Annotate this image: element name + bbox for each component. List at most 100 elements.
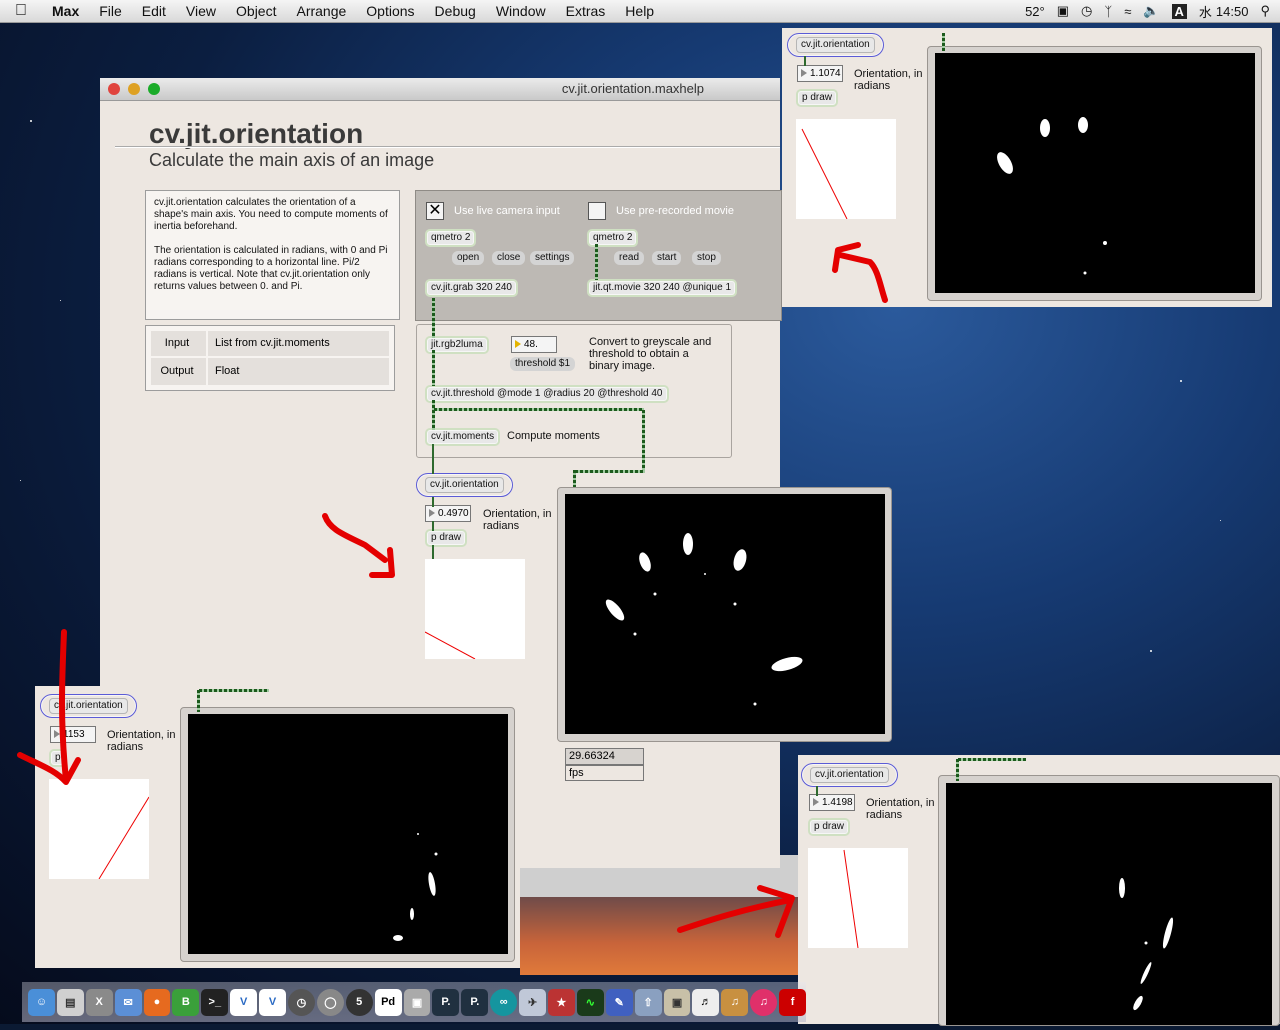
- live-toggle[interactable]: ✕: [426, 202, 444, 220]
- finder-icon[interactable]: ☺: [28, 988, 55, 1016]
- apple-menu-icon[interactable]: : [0, 2, 42, 20]
- arduino-icon[interactable]: ∞: [490, 988, 518, 1016]
- moments-object[interactable]: cv.jit.moments: [425, 428, 501, 446]
- close-window-button[interactable]: [108, 83, 120, 95]
- threshold-message[interactable]: threshold $1: [510, 357, 576, 371]
- thresholded-hand-image: [605, 533, 803, 706]
- patch-cable: [199, 689, 269, 692]
- pd-icon[interactable]: Pd: [374, 988, 402, 1016]
- snapshot-orientation-label: cv.jit.orientation: [810, 767, 889, 783]
- pd-extended-icon[interactable]: P.: [432, 988, 460, 1016]
- convert-note: Convert to greyscale and threshold to ob…: [589, 336, 712, 372]
- spotlight-icon[interactable]: ⚲: [1260, 3, 1270, 19]
- star: [1180, 380, 1182, 382]
- snapshot-orientation-object[interactable]: cv.jit.orientation: [801, 763, 898, 787]
- wifi-icon[interactable]: ≈: [1124, 4, 1131, 19]
- terminal-icon[interactable]: >_: [201, 988, 229, 1016]
- menu-help[interactable]: Help: [615, 3, 664, 19]
- movie-toggle[interactable]: [588, 202, 606, 220]
- archive-icon[interactable]: ▣: [663, 988, 691, 1016]
- orientation-number[interactable]: 0.4970: [425, 505, 471, 522]
- x11-icon[interactable]: X: [85, 988, 113, 1016]
- notes-icon[interactable]: ✎: [605, 988, 633, 1016]
- io-divider: [206, 358, 208, 385]
- snapshot-video-screen: [935, 53, 1255, 293]
- close-message[interactable]: close: [492, 251, 526, 265]
- read-message[interactable]: read: [614, 251, 645, 265]
- guitar-icon[interactable]: ♫: [721, 988, 749, 1016]
- display-icon[interactable]: ▣: [1057, 3, 1069, 19]
- window-titlebar[interactable]: cv.jit.orientation.maxhelp: [100, 78, 780, 101]
- menu-window[interactable]: Window: [486, 3, 556, 19]
- movie-toggle-label: Use pre-recorded movie: [616, 205, 734, 217]
- preview-icon[interactable]: ▤: [56, 988, 84, 1016]
- snapshot-video-screen: [188, 714, 508, 954]
- menu-app-name[interactable]: Max: [42, 3, 89, 19]
- threshold-object[interactable]: cv.jit.threshold @mode 1 @radius 20 @thr…: [425, 385, 669, 403]
- max5-icon[interactable]: 5: [345, 988, 373, 1016]
- menu-options[interactable]: Options: [356, 3, 424, 19]
- clock-icon[interactable]: ◷: [288, 988, 315, 1016]
- cube-icon[interactable]: ▣: [403, 988, 431, 1016]
- clock-time[interactable]: 14:50: [1216, 4, 1249, 19]
- status-area: 52° ▣ ◷ ᛉ ≈ 🔈 A 水 14:50 ⚲: [1025, 2, 1280, 21]
- window-title: cv.jit.orientation.maxhelp: [561, 81, 704, 96]
- patch-cable: [432, 521, 434, 531]
- qmetro-live[interactable]: qmetro 2: [425, 229, 477, 247]
- settings-message[interactable]: settings: [530, 251, 575, 265]
- time-machine-icon[interactable]: ◷: [1081, 3, 1092, 19]
- snapshot-orientation-object[interactable]: cv.jit.orientation: [787, 33, 884, 57]
- app-icon[interactable]: ★: [548, 988, 575, 1016]
- volume-icon[interactable]: 🔈: [1143, 3, 1159, 19]
- piano-icon[interactable]: ♬: [692, 988, 720, 1016]
- menu-file[interactable]: File: [89, 3, 132, 19]
- menu-view[interactable]: View: [176, 3, 226, 19]
- itunes-icon[interactable]: ♫: [750, 988, 778, 1016]
- clock-day[interactable]: 水: [1199, 2, 1212, 21]
- bluetooth-icon[interactable]: ᛉ: [1104, 4, 1112, 19]
- snapshot-orientation-line: [98, 796, 150, 880]
- input-source-icon[interactable]: A: [1171, 3, 1187, 19]
- menu-arrange[interactable]: Arrange: [286, 3, 356, 19]
- zoom-window-button[interactable]: [148, 83, 160, 95]
- orientation-object[interactable]: cv.jit.orientation: [416, 473, 513, 497]
- menu-edit[interactable]: Edit: [132, 3, 176, 19]
- patch-cable: [595, 244, 598, 280]
- mail-icon[interactable]: ✉: [114, 988, 142, 1016]
- firefox-icon[interactable]: ●: [143, 988, 171, 1016]
- snapshot-orientation-line: [843, 849, 859, 949]
- activity-monitor-icon[interactable]: ∿: [576, 988, 604, 1016]
- bbedit-icon[interactable]: B: [172, 988, 200, 1016]
- menu-extras[interactable]: Extras: [556, 3, 616, 19]
- stop-message[interactable]: stop: [692, 251, 721, 265]
- pd-extended-2-icon[interactable]: P.: [461, 988, 489, 1016]
- itunes-sync-icon[interactable]: ◯: [316, 988, 344, 1016]
- snapshot-orientation-number[interactable]: 1.4198: [809, 794, 855, 811]
- io-key: Input: [164, 337, 190, 349]
- open-message[interactable]: open: [452, 251, 485, 265]
- snapshot-orientation-object[interactable]: cv.jit.orientation: [40, 694, 137, 718]
- menu-debug[interactable]: Debug: [425, 3, 486, 19]
- plane-icon[interactable]: ✈: [519, 988, 547, 1016]
- menu-object[interactable]: Object: [226, 3, 286, 19]
- share-icon[interactable]: ⇧: [634, 988, 662, 1016]
- threshold-number[interactable]: 48.: [511, 336, 557, 353]
- start-message[interactable]: start: [652, 251, 682, 265]
- snapshot-draw-subpatch[interactable]: p draw: [808, 818, 851, 836]
- snapshot-orientation-line: [801, 128, 848, 220]
- movie-object[interactable]: jit.qt.movie 320 240 @unique 1: [587, 279, 738, 297]
- vnc-viewer-icon[interactable]: V: [259, 988, 287, 1016]
- fps-label: fps: [565, 765, 644, 781]
- temperature-readout[interactable]: 52°: [1025, 4, 1045, 19]
- flash-icon[interactable]: f: [779, 988, 807, 1016]
- snapshot-draw-subpatch[interactable]: p: [49, 749, 67, 767]
- snapshot-orientation-number[interactable]: 1.1074: [797, 65, 843, 82]
- grab-object[interactable]: cv.jit.grab 320 240: [425, 279, 518, 297]
- snapshot-orientation-number[interactable]: 1153: [50, 726, 96, 743]
- snapshot-draw-subpatch[interactable]: p draw: [796, 89, 839, 107]
- heading-rule: [115, 146, 780, 148]
- minimize-window-button[interactable]: [128, 83, 140, 95]
- vnc-icon[interactable]: V: [230, 988, 258, 1016]
- io-divider: [206, 331, 208, 356]
- patch-cable: [432, 545, 434, 559]
